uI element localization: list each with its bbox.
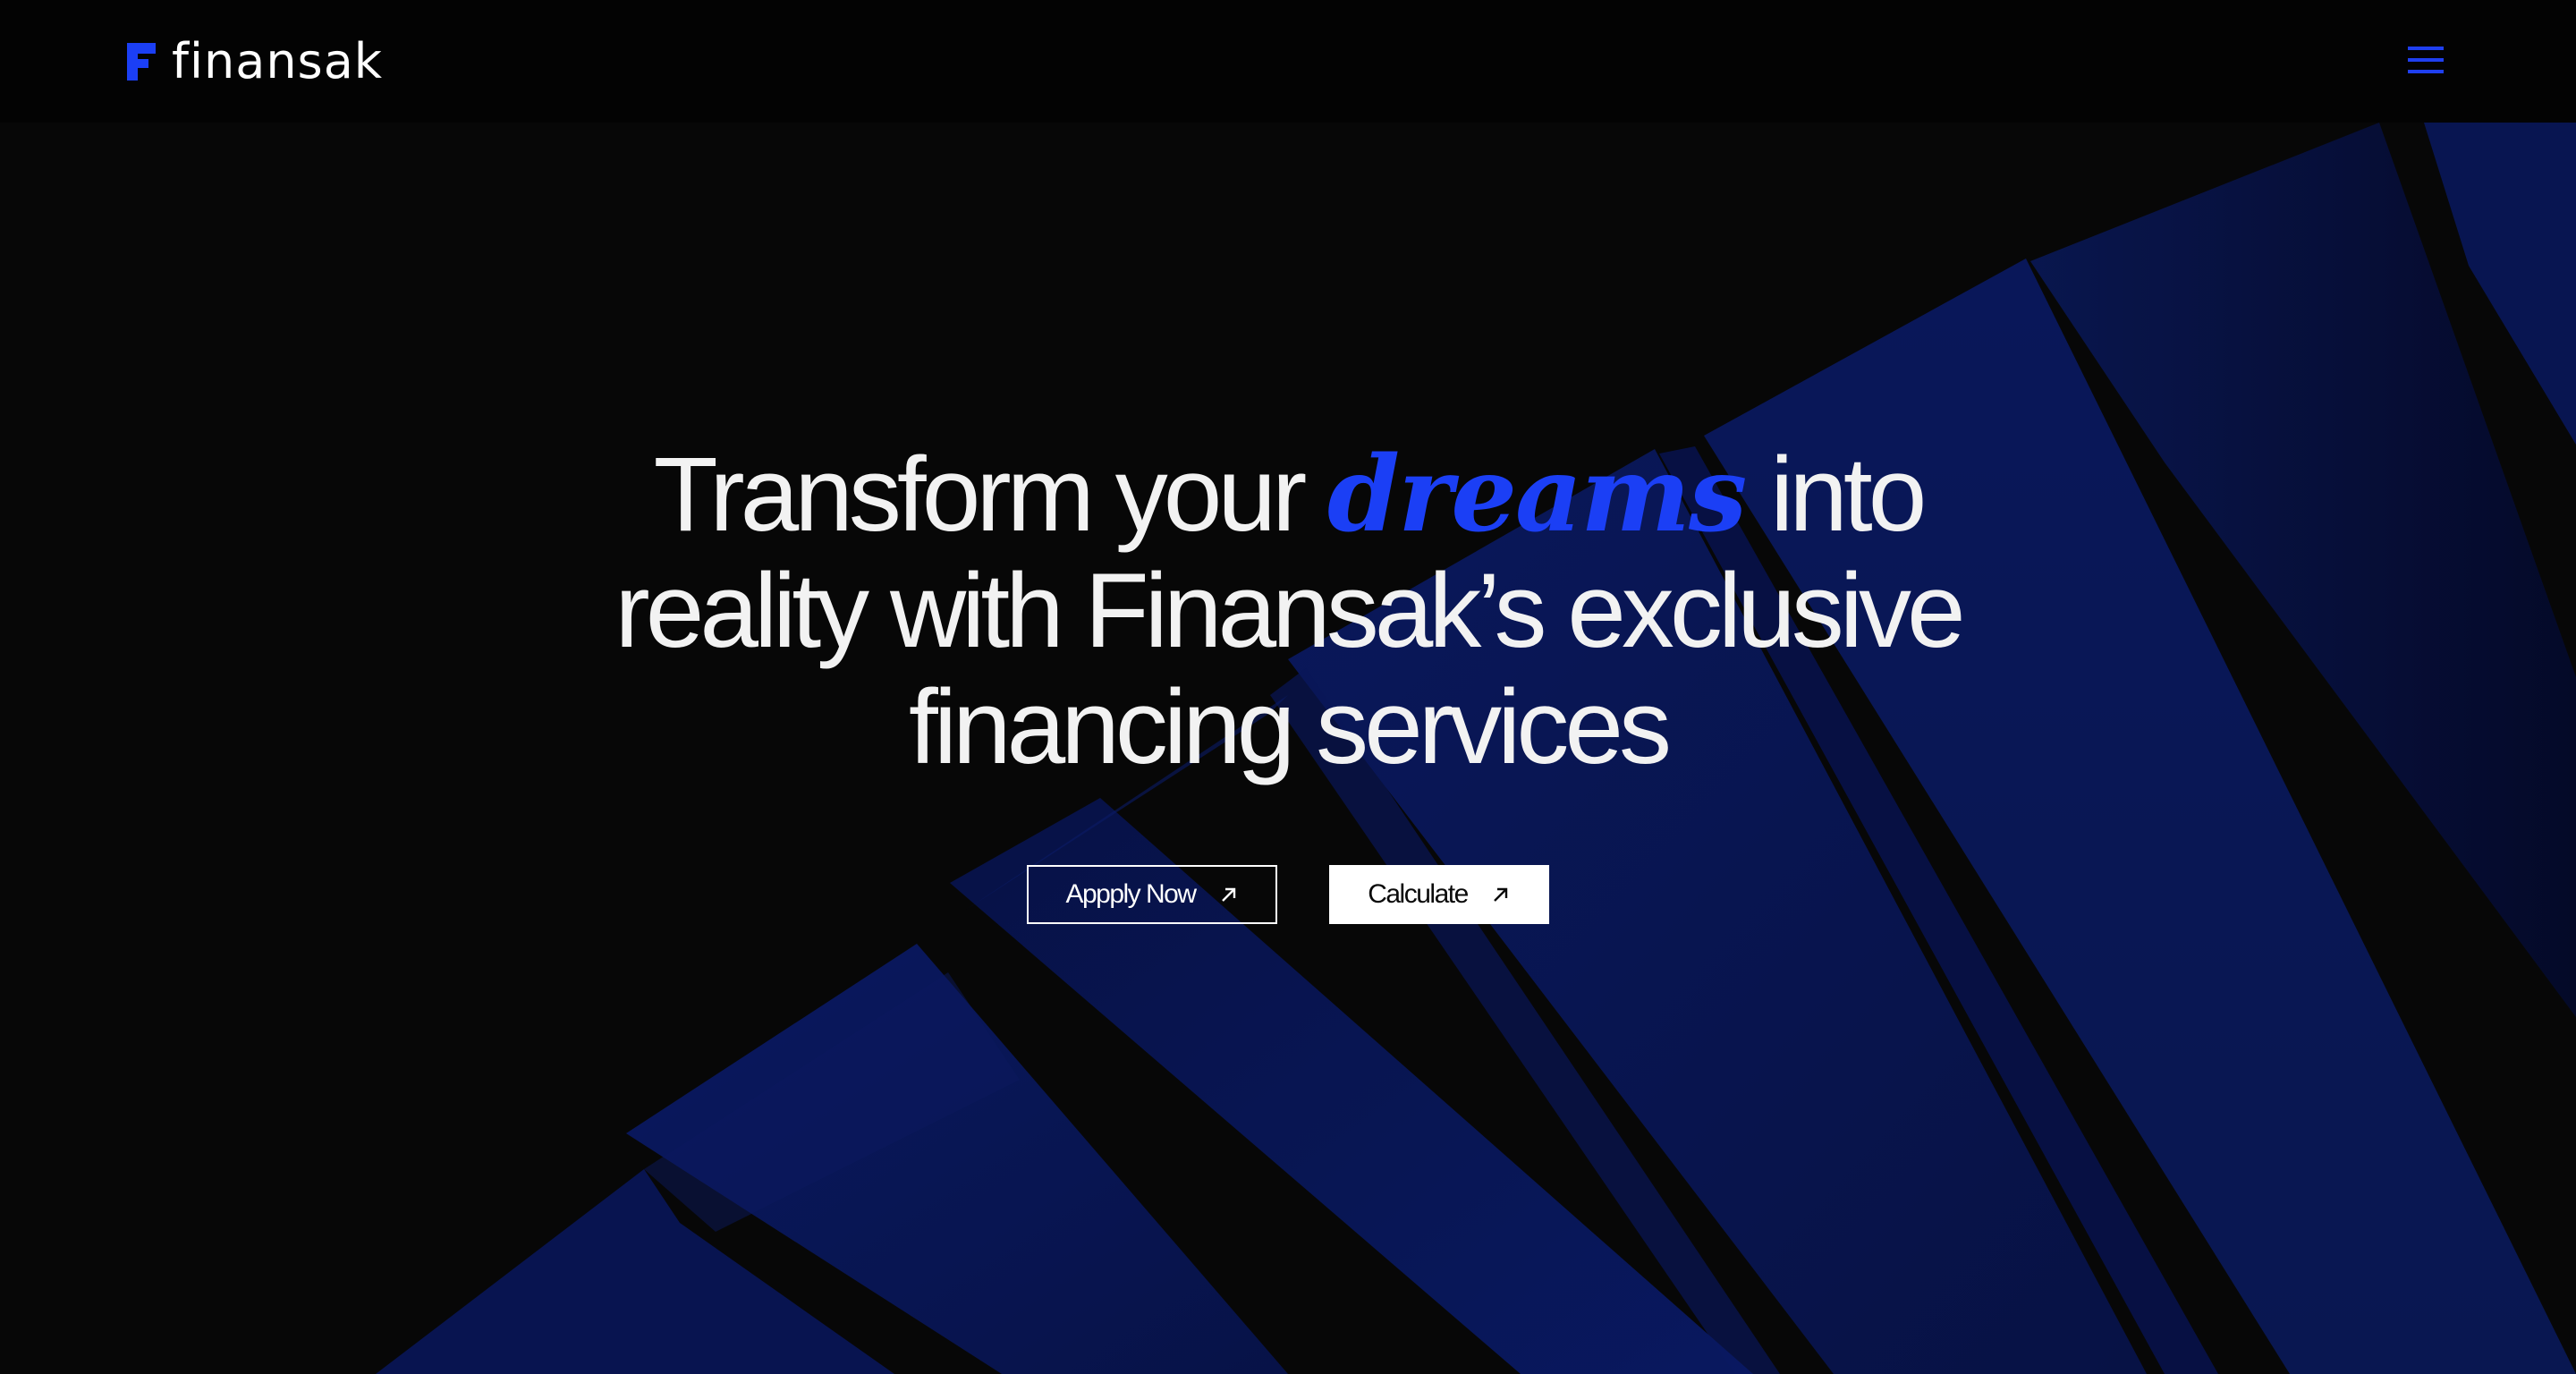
- headline-text: Transform your: [653, 436, 1328, 554]
- headline-line-1: Transform your dreams into: [572, 437, 2004, 553]
- hero-section: Transform your dreams into reality with …: [0, 437, 2576, 785]
- arrow-up-right-icon: [1221, 887, 1235, 902]
- brand-logo[interactable]: finansak: [127, 36, 383, 88]
- apply-now-button[interactable]: Appply Now: [1027, 865, 1277, 924]
- headline-line-3: financing services: [909, 668, 1672, 786]
- top-nav-bar: finansak: [0, 0, 2576, 123]
- arrow-up-right-icon: [1493, 887, 1507, 902]
- headline-accent-word: dreams: [1327, 434, 1747, 556]
- apply-now-label: Appply Now: [1065, 879, 1197, 909]
- calculate-label: Calculate: [1368, 879, 1469, 909]
- headline-line-2: reality with Finansak’s exclusive: [614, 552, 1965, 670]
- brand-name: finansak: [172, 33, 384, 89]
- cta-row: Appply Now Calculate: [0, 865, 2576, 924]
- landing-page: finansak Transform your dreams into real…: [0, 0, 2576, 1374]
- hero-headline: Transform your dreams into reality with …: [572, 437, 2004, 785]
- headline-text: into: [1745, 436, 1927, 554]
- hamburger-menu-icon[interactable]: [2408, 45, 2444, 75]
- calculate-button[interactable]: Calculate: [1329, 865, 1549, 924]
- logo-mark-icon: [127, 43, 156, 81]
